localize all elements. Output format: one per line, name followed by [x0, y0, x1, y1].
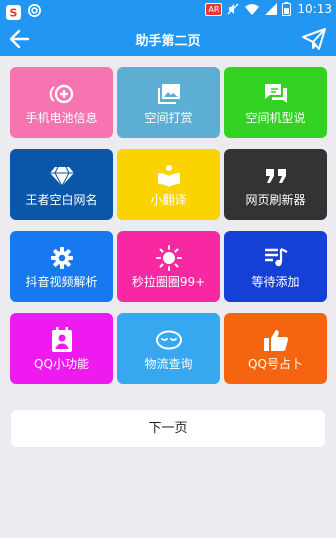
ar-badge: AR	[205, 2, 223, 16]
tile-label: 物流查询	[144, 357, 193, 371]
tile-label: 空间机型说	[245, 111, 306, 125]
battery-icon	[282, 2, 292, 16]
tile-logistics-query[interactable]: 物流查询	[117, 313, 220, 384]
feature-grid: 手机电池信息 空间打赏 空间机型说 王者空白网名 小翻译 网页刷新器 抖音视频解…	[10, 67, 327, 384]
app-ring-icon	[27, 3, 42, 21]
book-reader-icon	[117, 163, 220, 189]
tile-label: 王者空白网名	[25, 193, 98, 207]
tile-pending-add[interactable]: 等待添加	[224, 231, 327, 302]
tile-label: QQ号占卜	[248, 357, 303, 371]
tile-qq-divination[interactable]: QQ号占卜	[224, 313, 327, 384]
photo-album-icon	[117, 81, 220, 107]
tile-king-blank-name[interactable]: 王者空白网名	[10, 149, 113, 220]
thumbs-up-icon	[224, 327, 327, 353]
tile-qq-features[interactable]: QQ小功能	[10, 313, 113, 384]
tile-label: 空间打赏	[144, 111, 193, 125]
sun-icon	[117, 245, 220, 271]
app-s-icon: S	[6, 4, 21, 20]
tile-web-refresher[interactable]: 网页刷新器	[224, 149, 327, 220]
gear-icon	[10, 245, 113, 271]
svg-text:S: S	[10, 6, 18, 19]
battery-plus-icon	[10, 81, 113, 107]
page-title: 助手第二页	[135, 34, 201, 49]
signal-icon	[265, 3, 278, 15]
quote-icon	[224, 163, 327, 189]
contact-card-icon	[10, 327, 113, 353]
wifi-icon	[245, 4, 260, 15]
tile-space-reward[interactable]: 空间打赏	[117, 67, 220, 138]
status-bar: S AR 10:13	[0, 0, 336, 22]
next-page-button[interactable]: 下一页	[11, 410, 325, 447]
tile-label: QQ小功能	[34, 357, 89, 371]
share-button[interactable]	[300, 25, 328, 53]
tile-space-model[interactable]: 空间机型说	[224, 67, 327, 138]
tile-circle-pull[interactable]: 秒拉圈圈99+	[117, 231, 220, 302]
tile-translator[interactable]: 小翻译	[117, 149, 220, 220]
paper-plane-icon	[302, 28, 326, 50]
tile-label: 秒拉圈圈99+	[131, 275, 206, 289]
tile-battery-info[interactable]: 手机电池信息	[10, 67, 113, 138]
mute-icon	[227, 3, 239, 15]
tile-label: 网页刷新器	[245, 193, 306, 207]
tile-label: 抖音视频解析	[25, 275, 98, 289]
tile-label: 等待添加	[251, 275, 300, 289]
tile-douyin-parser[interactable]: 抖音视频解析	[10, 231, 113, 302]
diamond-icon	[10, 163, 113, 189]
tile-label: 手机电池信息	[25, 111, 98, 125]
sleepy-face-icon	[117, 327, 220, 353]
tile-label: 小翻译	[150, 193, 187, 207]
chat-bubble-icon	[224, 81, 327, 107]
app-bar: 助手第二页	[0, 22, 336, 56]
clock: 10:13	[297, 2, 332, 16]
playlist-icon	[224, 245, 327, 271]
